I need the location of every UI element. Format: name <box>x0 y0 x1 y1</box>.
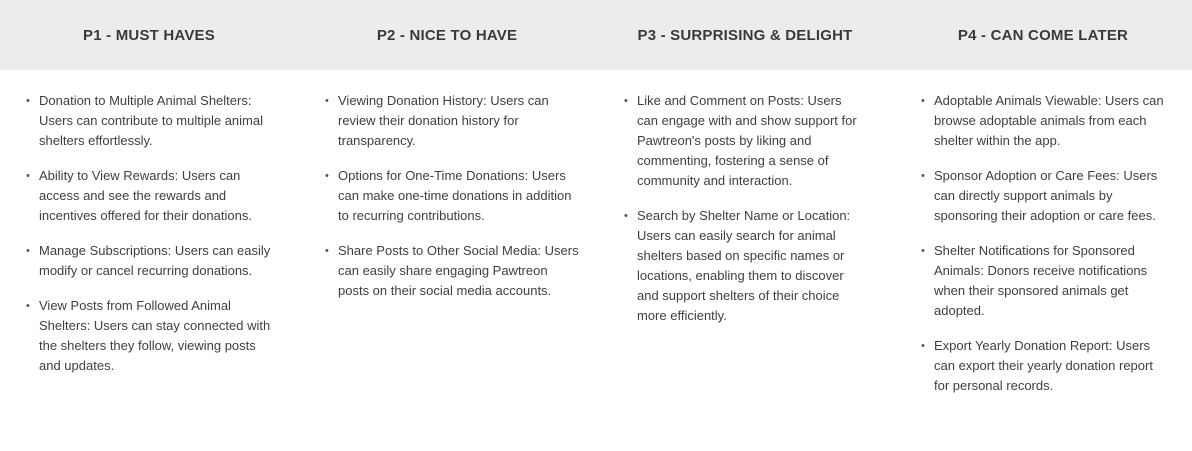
list-item: • View Posts from Followed Animal Shelter… <box>26 296 278 376</box>
list-item: • Adoptable Animals Viewable: Users can b… <box>921 91 1171 151</box>
column-title-p2: P2 - NICE TO HAVE <box>376 26 518 44</box>
list-item: • Shelter Notifications for Sponsored Ani… <box>921 241 1171 321</box>
bullet-icon: • <box>624 95 628 107</box>
column-title-p1: P1 - MUST HAVES <box>83 26 215 44</box>
list-item-text: Ability to View Rewards: Users can acces… <box>39 168 252 223</box>
list-item-text: Sponsor Adoption or Care Fees: Users can… <box>934 168 1158 223</box>
list-item-text: Donation to Multiple Animal Shelters: Us… <box>39 93 263 148</box>
priority-board: P1 - MUST HAVES P2 - NICE TO HAVE P3 - S… <box>0 0 1192 451</box>
list-item-text: Adoptable Animals Viewable: Users can br… <box>934 93 1164 148</box>
column-p4-can-come-later: • Adoptable Animals Viewable: Users can b… <box>894 70 1192 451</box>
list-item-text: Options for One-Time Donations: Users ca… <box>338 168 572 223</box>
priority-header-row: P1 - MUST HAVES P2 - NICE TO HAVE P3 - S… <box>0 0 1192 70</box>
list-item-text: Shelter Notifications for Sponsored Anim… <box>934 243 1148 318</box>
column-title-p3: P3 - SURPRISING & DELIGHT <box>637 26 853 44</box>
list-item: • Search by Shelter Name or Location: Use… <box>624 206 864 326</box>
bullet-icon: • <box>921 170 925 182</box>
list-item-text: Export Yearly Donation Report: Users can… <box>934 338 1153 393</box>
column-p3-surprising-delight: • Like and Comment on Posts: Users can en… <box>596 70 894 451</box>
feature-list-p2: • Viewing Donation History: Users can rev… <box>325 91 581 316</box>
list-item-text: Viewing Donation History: Users can revi… <box>338 93 549 148</box>
list-item: • Sponsor Adoption or Care Fees: Users ca… <box>921 166 1171 226</box>
list-item: • Export Yearly Donation Report: Users ca… <box>921 336 1171 396</box>
feature-list-p3: • Like and Comment on Posts: Users can en… <box>624 91 864 341</box>
bullet-icon: • <box>325 95 329 107</box>
feature-list-p1: • Donation to Multiple Animal Shelters: U… <box>26 91 278 391</box>
list-item: • Donation to Multiple Animal Shelters: U… <box>26 91 278 151</box>
list-item: • Share Posts to Other Social Media: User… <box>325 241 581 301</box>
bullet-icon: • <box>325 170 329 182</box>
list-item-text: Search by Shelter Name or Location: User… <box>637 208 851 323</box>
list-item-text: Share Posts to Other Social Media: Users… <box>338 243 579 298</box>
bullet-icon: • <box>325 245 329 257</box>
list-item: • Viewing Donation History: Users can rev… <box>325 91 581 151</box>
list-item: • Like and Comment on Posts: Users can en… <box>624 91 864 191</box>
feature-list-p4: • Adoptable Animals Viewable: Users can b… <box>921 91 1171 411</box>
bullet-icon: • <box>26 170 30 182</box>
priority-body-row: • Donation to Multiple Animal Shelters: U… <box>0 70 1192 451</box>
bullet-icon: • <box>921 340 925 352</box>
list-item-text: View Posts from Followed Animal Shelters… <box>39 298 271 373</box>
list-item-text: Like and Comment on Posts: Users can eng… <box>637 93 857 188</box>
list-item: • Manage Subscriptions: Users can easily … <box>26 241 278 281</box>
bullet-icon: • <box>26 245 30 257</box>
bullet-icon: • <box>624 210 628 222</box>
list-item-text: Manage Subscriptions: Users can easily m… <box>39 243 271 278</box>
bullet-icon: • <box>26 95 30 107</box>
column-p1-must-haves: • Donation to Multiple Animal Shelters: U… <box>0 70 298 451</box>
column-title-p4: P4 - CAN COME LATER <box>957 26 1129 44</box>
list-item: • Options for One-Time Donations: Users c… <box>325 166 581 226</box>
column-p2-nice-to-have: • Viewing Donation History: Users can rev… <box>298 70 596 451</box>
bullet-icon: • <box>26 300 30 312</box>
list-item: • Ability to View Rewards: Users can acce… <box>26 166 278 226</box>
bullet-icon: • <box>921 245 925 257</box>
bullet-icon: • <box>921 95 925 107</box>
